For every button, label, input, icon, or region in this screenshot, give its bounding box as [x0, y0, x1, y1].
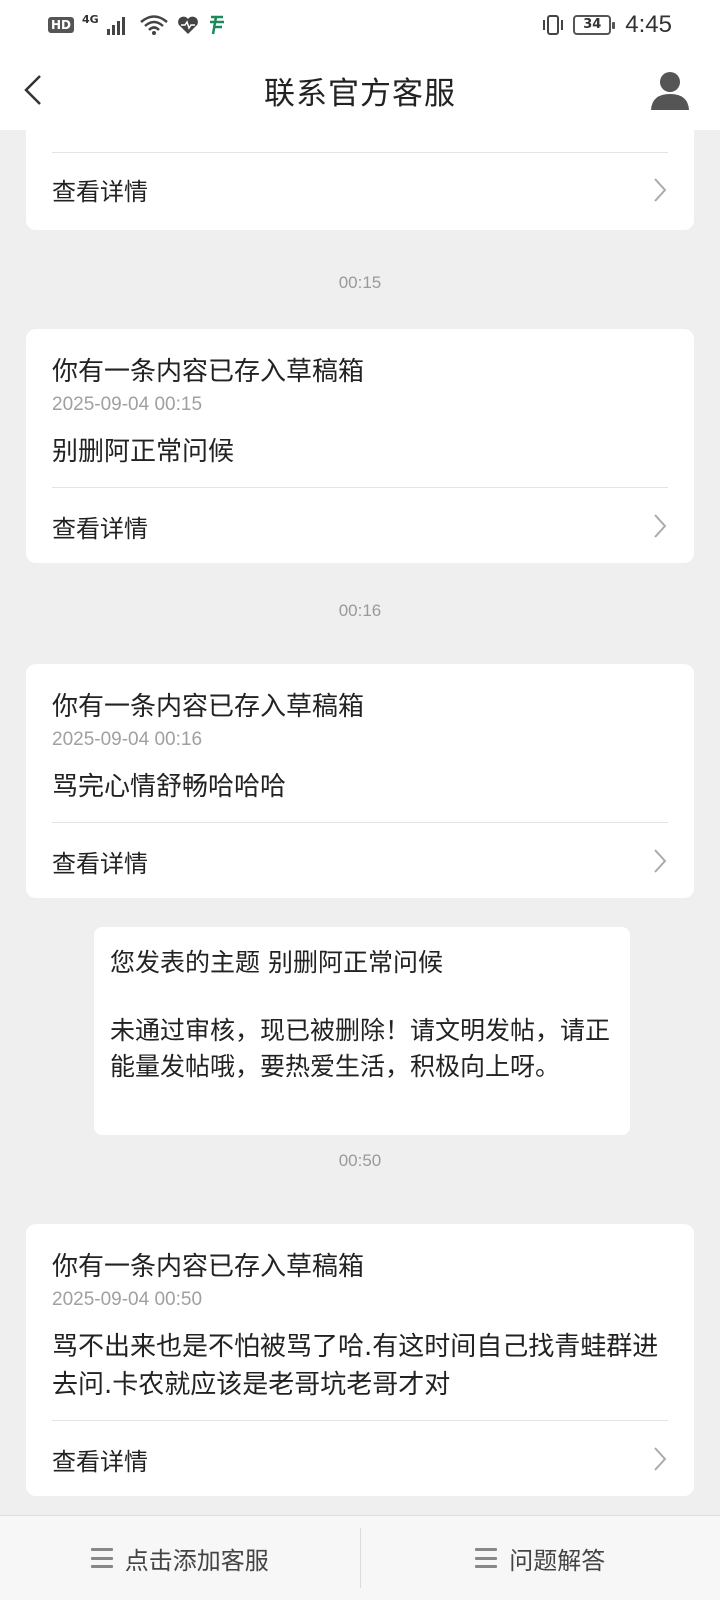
card-title: 你有一条内容已存入草稿箱 [52, 1252, 365, 1282]
message-card: 你有一条内容已存入草稿箱 2025-09-04 00:15 别删阿正常问候 查看… [26, 329, 694, 563]
network-type: 4G [82, 12, 99, 26]
nav-bar: 联系官方客服 [0, 50, 720, 130]
chevron-right-icon [654, 849, 667, 873]
card-body: 骂不出来也是不怕被骂了哈.有这时间自己找青蛙群进去问.卡农就应该是老哥坑老哥才对 [52, 1332, 659, 1400]
battery-indicator: 34 [573, 15, 616, 35]
card-date: 2025-09-04 00:15 [52, 394, 203, 415]
card-body: 别删阿正常问候 [52, 437, 235, 467]
card-body: 骂完心情舒畅哈哈哈 [52, 772, 287, 802]
signal-icon [106, 15, 131, 35]
card-divider [52, 1420, 668, 1421]
view-details-link[interactable]: 查看详情 [52, 1442, 148, 1477]
chevron-right-icon [654, 178, 667, 202]
clock: 4:45 [625, 11, 672, 38]
user-icon[interactable] [648, 68, 692, 112]
message-card: 查看详情 [26, 130, 694, 230]
menu-icon [475, 1548, 498, 1568]
message-card: 你有一条内容已存入草稿箱 2025-09-04 00:50 骂不出来也是不怕被骂… [26, 1224, 694, 1496]
card-date: 2025-09-04 00:50 [52, 1289, 203, 1310]
vibrate-icon [541, 14, 565, 36]
view-details-link[interactable]: 查看详情 [52, 172, 148, 207]
status-left: HD 4G [48, 12, 227, 36]
menu-icon [90, 1548, 113, 1568]
app-notification-icon [207, 14, 227, 36]
message-card: 你有一条内容已存入草稿箱 2025-09-04 00:16 骂完心情舒畅哈哈哈 … [26, 664, 694, 898]
chevron-left-icon[interactable] [14, 70, 54, 110]
timestamp: 00:16 [338, 601, 382, 620]
add-service-label: 点击添加客服 [124, 1546, 269, 1575]
card-divider [52, 487, 668, 488]
timestamp: 00:50 [338, 1151, 382, 1170]
view-details-link[interactable]: 查看详情 [52, 509, 148, 544]
system-message-line1: 您发表的主题 别删阿正常问候 [110, 948, 443, 977]
card-title: 你有一条内容已存入草稿箱 [52, 692, 365, 722]
card-date: 2025-09-04 00:16 [52, 729, 203, 750]
chevron-right-icon [654, 514, 667, 538]
system-message-line2: 未通过审核，现已被删除！请文明发帖，请正能量发帖哦，要热爱生活，积极向上呀。 [110, 1016, 611, 1081]
timestamp: 00:15 [338, 273, 382, 292]
chevron-right-icon [654, 1447, 667, 1471]
faq-button[interactable]: 问题解答 [361, 1516, 720, 1600]
status-right: 34 4:45 [541, 11, 672, 39]
message-feed[interactable]: 查看详情 00:15 你有一条内容已存入草稿箱 2025-09-04 00:15… [0, 130, 720, 1515]
faq-label: 问题解答 [509, 1546, 606, 1575]
wifi-icon [139, 14, 169, 36]
status-bar: HD 4G 34 4:45 [0, 0, 720, 50]
bottom-bar: 点击添加客服 问题解答 [0, 1515, 720, 1600]
system-message-bubble: 您发表的主题 别删阿正常问候 未通过审核，现已被删除！请文明发帖，请正能量发帖哦… [94, 927, 630, 1135]
hd-badge: HD [48, 17, 75, 33]
card-divider [52, 822, 668, 823]
add-service-button[interactable]: 点击添加客服 [0, 1516, 360, 1600]
card-title: 你有一条内容已存入草稿箱 [52, 357, 365, 387]
page-title: 联系官方客服 [264, 75, 456, 112]
card-divider [52, 152, 668, 153]
health-icon [177, 15, 199, 35]
view-details-link[interactable]: 查看详情 [52, 844, 148, 879]
